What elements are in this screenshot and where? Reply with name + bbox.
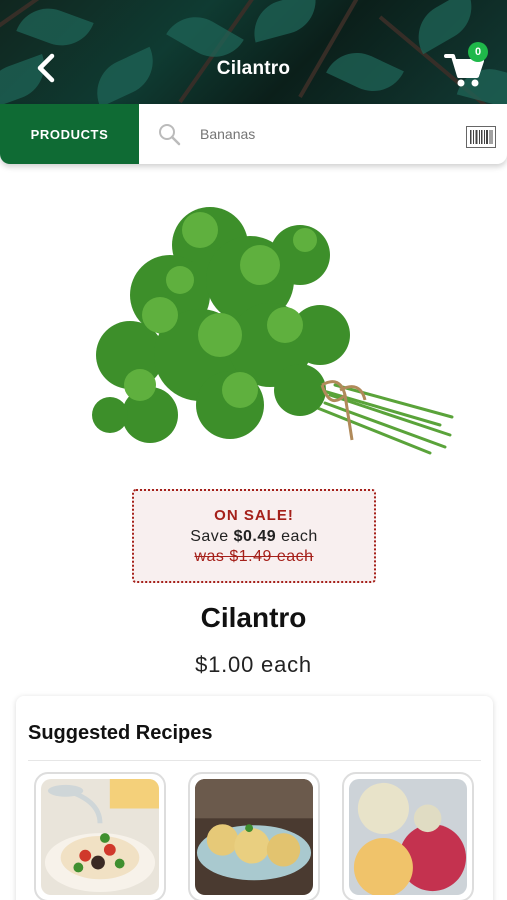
barcode-icon[interactable] xyxy=(466,126,496,148)
product-name: Cilantro xyxy=(200,602,307,633)
taco-recipe-image xyxy=(41,779,159,895)
sale-badge: ON SALE! Save $0.49 each was $1.49 each xyxy=(132,489,376,583)
recipe-thumbnail[interactable] xyxy=(342,772,474,900)
sale-save-amount: $0.49 xyxy=(233,528,277,545)
sale-original-price: was $1.49 each xyxy=(194,548,314,565)
product-price: $1.00 each xyxy=(195,652,312,677)
sale-save-prefix: Save xyxy=(190,528,229,545)
ice-cream-recipe-image xyxy=(349,779,467,895)
sale-save-suffix: each xyxy=(281,528,318,545)
sale-savings: Save $0.49 each xyxy=(134,528,374,546)
product-image xyxy=(92,207,454,455)
sale-title: ON SALE! xyxy=(214,507,294,524)
header-background-leaf xyxy=(16,0,94,55)
search-icon xyxy=(159,124,181,146)
recipe-thumbnail[interactable] xyxy=(188,772,320,900)
products-tab[interactable]: PRODUCTS xyxy=(0,104,139,164)
search-input[interactable] xyxy=(200,122,450,146)
recipe-thumbnail[interactable] xyxy=(34,772,166,900)
cart-button[interactable]: 0 xyxy=(444,42,490,87)
page-title: Cilantro xyxy=(216,58,291,79)
divider xyxy=(28,760,481,761)
header-background-leaf xyxy=(246,0,324,43)
croquette-recipe-image xyxy=(195,779,313,895)
suggested-recipes-title: Suggested Recipes xyxy=(28,722,213,744)
cart-count-badge: 0 xyxy=(468,42,488,62)
search-bar: PRODUCTS xyxy=(0,104,507,164)
suggested-recipes-card: Suggested Recipes xyxy=(16,696,493,900)
app-header: Cilantro 0 xyxy=(0,0,507,104)
